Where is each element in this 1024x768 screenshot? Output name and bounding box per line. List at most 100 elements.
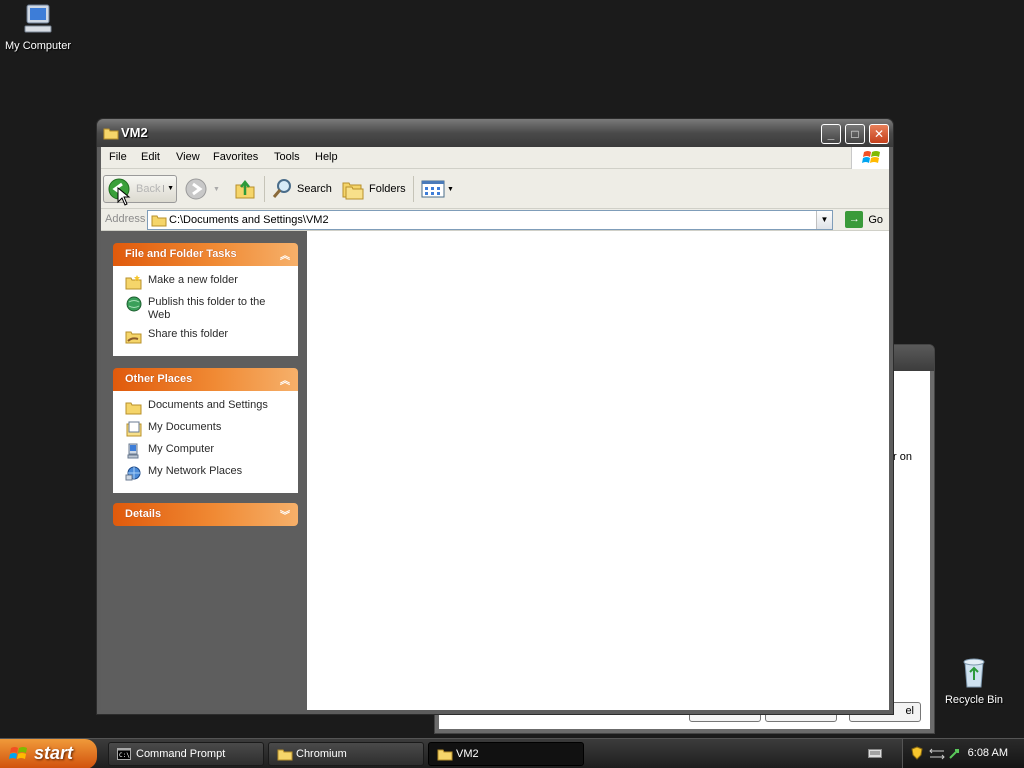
window-title: VM2 — [121, 125, 148, 140]
share-folder-icon — [125, 331, 142, 344]
up-folder-icon — [235, 179, 255, 199]
search-button[interactable]: Search — [271, 175, 332, 203]
task-group-header[interactable]: Details ︾ — [113, 503, 298, 526]
menu-view[interactable]: View — [176, 151, 200, 163]
task-share-folder[interactable]: Share this folder — [125, 328, 290, 344]
window-client-area: File Edit View Favorites Tools Help Back… — [101, 147, 889, 710]
taskbar-button-vm2[interactable]: VM2 — [428, 742, 584, 766]
taskbar-button-chromium[interactable]: Chromium — [268, 742, 424, 766]
go-arrow-icon: → — [845, 211, 864, 228]
folder-icon — [103, 128, 119, 140]
system-tray: 6:08 AM — [902, 739, 1024, 768]
window-titlebar[interactable]: VM2 _ □ ✕ — [97, 119, 893, 147]
taskbar-button-command-prompt[interactable]: C:\ Command Prompt — [108, 742, 264, 766]
desktop-icon-recycle-bin[interactable]: Recycle Bin — [934, 656, 1014, 706]
my-computer-icon — [127, 443, 139, 459]
back-button[interactable]: Back ▼ — [103, 175, 177, 203]
place-label: My Network Places — [148, 465, 243, 477]
folders-button[interactable]: Folders — [341, 175, 406, 203]
forward-arrow-icon — [185, 178, 207, 200]
task-publish-to-web[interactable]: Publish this folder to the Web — [125, 296, 290, 322]
search-button-label: Search — [297, 183, 332, 195]
back-dropdown-icon[interactable]: ▼ — [163, 185, 174, 192]
background-window-text: r on — [893, 451, 912, 463]
security-shield-icon[interactable] — [911, 746, 923, 760]
standard-toolbar: Back ▼ ▼ Search Folders ▼ — [101, 169, 889, 209]
folder-icon — [125, 402, 142, 415]
address-input[interactable]: C:\Documents and Settings\VM2 ▼ — [147, 210, 833, 230]
safely-remove-icon[interactable] — [947, 747, 961, 761]
task-group-title: Details — [125, 508, 162, 520]
search-icon — [272, 179, 291, 198]
task-group-other-places: Other Places ︽ Documents and Settings My… — [113, 368, 298, 493]
forward-dropdown-icon[interactable]: ▼ — [213, 186, 220, 193]
task-pane: File and Folder Tasks ︽ Make a new folde… — [101, 231, 307, 710]
menu-edit[interactable]: Edit — [141, 151, 160, 163]
desktop-icon-my-computer[interactable]: My Computer — [0, 2, 78, 52]
keyboard-icon[interactable] — [868, 747, 882, 759]
windows-flag-icon — [862, 151, 880, 163]
menu-bar: File Edit View Favorites Tools Help — [101, 147, 889, 169]
taskbar-button-label: VM2 — [456, 748, 479, 760]
start-label: start — [34, 743, 74, 763]
collapse-chevron-icon[interactable]: ︽ — [280, 247, 290, 262]
address-value: C:\Documents and Settings\VM2 — [169, 214, 329, 226]
task-label: Share this folder — [148, 328, 229, 340]
taskbar: start C:\ Command Prompt Chromium VM2 6:… — [0, 738, 1024, 768]
menu-help[interactable]: Help — [315, 151, 338, 163]
clock[interactable]: 6:08 AM — [968, 747, 1008, 759]
place-my-computer[interactable]: My Computer — [125, 443, 290, 459]
forward-button[interactable]: ▼ — [185, 175, 220, 203]
back-button-label: Back — [136, 183, 161, 195]
views-dropdown-icon[interactable]: ▼ — [447, 186, 454, 193]
menu-tools[interactable]: Tools — [274, 151, 300, 163]
explorer-window: VM2 _ □ ✕ File Edit View Favorites Tools… — [96, 118, 894, 715]
task-label: Publish this folder to the Web — [148, 296, 266, 321]
network-icon[interactable] — [929, 748, 945, 760]
task-group-header[interactable]: Other Places ︽ — [113, 368, 298, 391]
task-group-body: Make a new folder Publish this folder to… — [113, 266, 298, 356]
address-bar: Address C:\Documents and Settings\VM2 ▼ … — [101, 209, 889, 231]
place-my-documents[interactable]: My Documents — [125, 421, 290, 437]
collapse-chevron-icon[interactable]: ︽ — [280, 372, 290, 387]
go-button-label: Go — [868, 213, 883, 226]
task-group-title: Other Places — [125, 373, 193, 385]
network-places-icon — [125, 466, 141, 481]
task-group-header[interactable]: File and Folder Tasks ︽ — [113, 243, 298, 266]
windows-flag-icon — [9, 747, 27, 759]
folder-icon — [277, 749, 293, 761]
place-my-network-places[interactable]: My Network Places — [125, 465, 290, 481]
place-label: Documents and Settings — [148, 399, 268, 411]
desktop-icon-label: My Computer — [4, 40, 72, 52]
recycle-bin-icon — [963, 658, 985, 688]
address-dropdown-button[interactable]: ▼ — [816, 211, 832, 229]
close-button[interactable]: ✕ — [869, 124, 889, 144]
go-button[interactable]: → Go — [845, 211, 883, 228]
my-computer-icon — [24, 4, 52, 33]
views-button[interactable]: ▼ — [421, 175, 454, 203]
task-make-new-folder[interactable]: Make a new folder — [125, 274, 290, 290]
my-documents-icon — [126, 421, 142, 437]
toolbar-separator — [264, 176, 265, 202]
task-group-details: Details ︾ — [113, 503, 298, 526]
maximize-button[interactable]: □ — [845, 124, 865, 144]
folders-button-label: Folders — [369, 183, 406, 195]
menu-favorites[interactable]: Favorites — [213, 151, 258, 163]
expand-chevron-icon[interactable]: ︾ — [280, 507, 290, 522]
content-area: File and Folder Tasks ︽ Make a new folde… — [101, 231, 889, 710]
address-label: Address — [105, 213, 146, 225]
start-button[interactable]: start — [0, 739, 97, 768]
place-label: My Computer — [148, 443, 215, 455]
folder-icon — [151, 215, 167, 227]
minimize-button[interactable]: _ — [821, 124, 841, 144]
taskbar-button-label: Command Prompt — [136, 748, 226, 760]
task-group-body: Documents and Settings My Documents My C… — [113, 391, 298, 493]
place-documents-and-settings[interactable]: Documents and Settings — [125, 399, 290, 415]
menu-file[interactable]: File — [109, 151, 127, 163]
up-folder-button[interactable] — [233, 175, 257, 203]
file-list-pane[interactable] — [307, 231, 889, 710]
task-label: Make a new folder — [148, 274, 238, 286]
folders-icon — [342, 182, 364, 200]
views-icon — [421, 180, 445, 198]
toolbar-separator — [413, 176, 414, 202]
